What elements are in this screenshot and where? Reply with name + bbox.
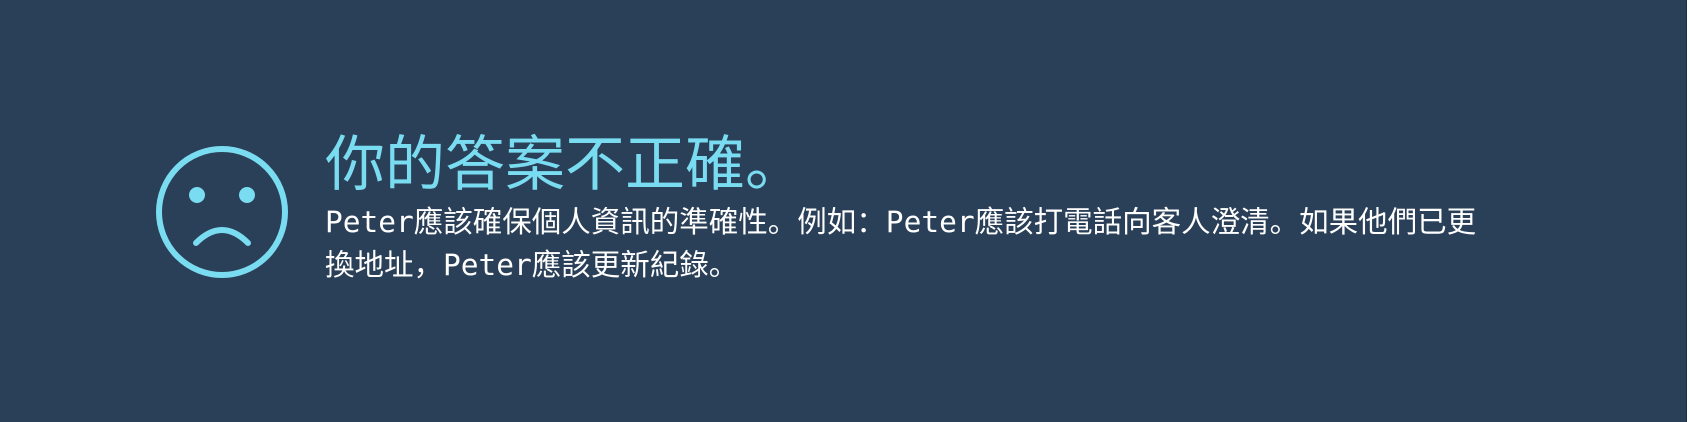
feedback-message: Peter應該確保個人資訊的準確性。例如：Peter應該打電話向客人澄清。如果他… (325, 205, 1477, 282)
feedback-text: 你的答案不正確。 Peter應該確保個人資訊的準確性。例如：Peter應該打電話… (325, 126, 1525, 287)
feedback-title: 你的答案不正確。 (325, 130, 805, 200)
sad-face-icon (155, 145, 289, 279)
feedback-panel: 你的答案不正確。 Peter應該確保個人資訊的準確性。例如：Peter應該打電話… (0, 0, 1687, 422)
